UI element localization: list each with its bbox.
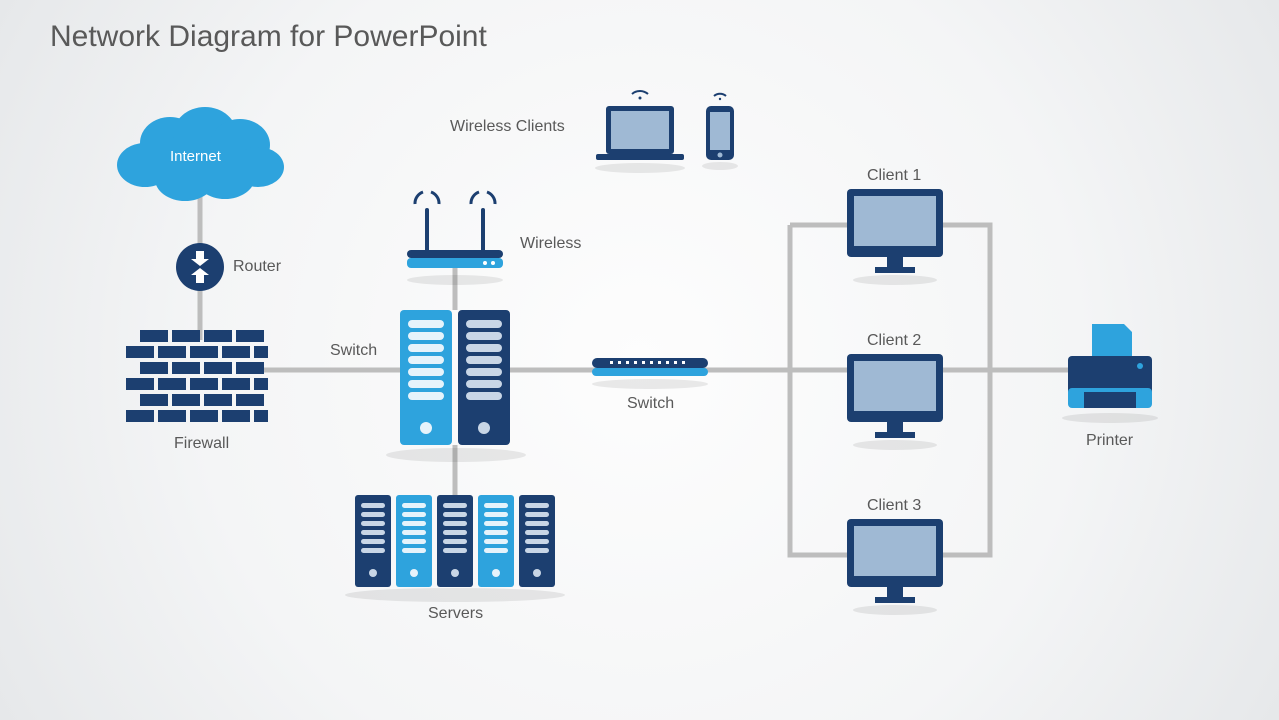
client3-monitor-icon: [847, 519, 943, 615]
phone-icon: [702, 94, 738, 170]
label-servers: Servers: [428, 605, 483, 623]
client2-monitor-icon: [847, 354, 943, 450]
printer-icon: [1062, 324, 1158, 423]
label-firewall: Firewall: [174, 435, 229, 453]
switch-icon: [592, 358, 708, 389]
server-farm-icon: [345, 495, 565, 602]
label-client3: Client 3: [867, 497, 921, 515]
network-diagram: [0, 0, 1279, 720]
client1-monitor-icon: [847, 189, 943, 285]
label-wireless: Wireless: [520, 235, 581, 253]
router-icon: [176, 243, 224, 291]
firewall-icon: [126, 330, 268, 422]
label-client2: Client 2: [867, 332, 921, 350]
label-printer: Printer: [1086, 432, 1133, 450]
label-switch-right: Switch: [627, 395, 674, 413]
label-switch-left: Switch: [330, 342, 377, 360]
label-internet: Internet: [170, 148, 221, 165]
label-wireless-clients: Wireless Clients: [450, 118, 565, 136]
label-client1: Client 1: [867, 167, 921, 185]
laptop-icon: [595, 91, 685, 173]
label-router: Router: [233, 258, 281, 276]
server-pair-icon: [386, 310, 526, 462]
